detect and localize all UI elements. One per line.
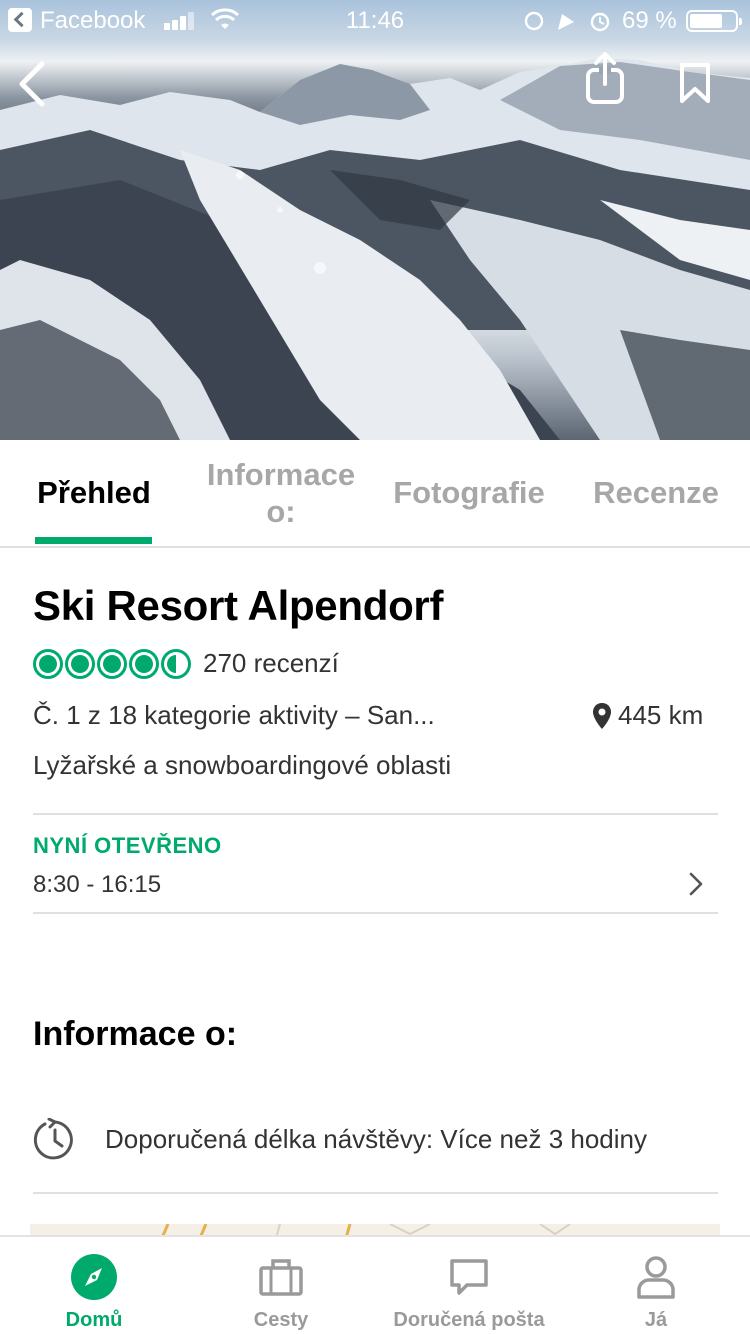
rating-bubble-icon — [65, 648, 95, 679]
rating-bubble-icon — [33, 648, 63, 679]
chevron-left-icon[interactable] — [14, 60, 54, 108]
rating-half-bubble-icon — [161, 648, 191, 679]
ski-resort-landscape — [0, 58, 750, 440]
distance: 445 km — [592, 700, 703, 731]
open-status[interactable]: NYNÍ OTEVŘENO — [33, 833, 222, 859]
rating-row[interactable]: 270 recenzí — [33, 648, 339, 679]
review-count[interactable]: 270 recenzí — [203, 648, 339, 679]
suitcase-icon — [257, 1253, 305, 1301]
battery-percent: 69 % — [622, 7, 677, 34]
ranking-text: Č. 1 z 18 kategorie aktivity – San... — [33, 700, 435, 730]
active-tab-indicator — [35, 537, 152, 544]
map-pin-icon — [593, 702, 611, 729]
divider — [33, 813, 718, 815]
rotation-lock-icon — [524, 11, 544, 31]
category-text: Lyžařské a snowboardingové oblasti — [33, 750, 452, 780]
nav-inbox-label: Doručená pošta — [393, 1309, 545, 1331]
clock-icon — [33, 1118, 73, 1160]
visit-duration: Doporučená délka návštěvy: Více než 3 ho… — [105, 1124, 648, 1154]
message-icon — [445, 1253, 493, 1301]
hero-photo[interactable] — [0, 0, 750, 440]
bookmark-icon[interactable] — [678, 62, 712, 104]
location-icon — [558, 14, 574, 30]
nav-trips-label: Cesty — [253, 1309, 309, 1331]
attraction-title: Ski Resort Alpendorf — [33, 582, 444, 629]
person-icon — [632, 1253, 680, 1301]
opening-hours[interactable]: 8:30 - 16:15 — [33, 871, 161, 899]
nav-profile[interactable]: Já — [606, 1237, 706, 1334]
nav-home[interactable]: Domů — [44, 1237, 144, 1334]
distance-value: 445 km — [618, 700, 704, 730]
divider — [33, 1192, 718, 1194]
tab-reviews[interactable]: Recenze — [580, 440, 732, 546]
nav-inbox[interactable]: Doručená pošta — [378, 1237, 560, 1334]
nav-trips[interactable]: Cesty — [231, 1237, 331, 1334]
divider — [33, 912, 718, 914]
rating-bubble-icon — [97, 648, 127, 679]
nav-profile-label: Já — [644, 1309, 668, 1331]
status-icons — [524, 11, 610, 32]
battery-icon — [686, 10, 742, 32]
tab-info[interactable]: Informace o: — [192, 440, 370, 546]
info-heading: Informace o: — [33, 1015, 238, 1053]
compass-icon — [70, 1253, 118, 1301]
share-icon[interactable] — [584, 52, 626, 106]
tab-photos[interactable]: Fotografie — [380, 440, 558, 546]
bottom-navigation: Domů Cesty Doručená pošta Já — [0, 1235, 750, 1334]
rating-bubble-icon — [129, 648, 159, 679]
chevron-right-icon[interactable] — [686, 872, 706, 896]
nav-home-label: Domů — [65, 1309, 123, 1331]
tab-bar: Přehled Informace o: Fotografie Recenze — [0, 440, 750, 548]
tab-overview[interactable]: Přehled — [20, 440, 168, 546]
status-bar: Facebook 11:46 69 % — [0, 0, 750, 40]
